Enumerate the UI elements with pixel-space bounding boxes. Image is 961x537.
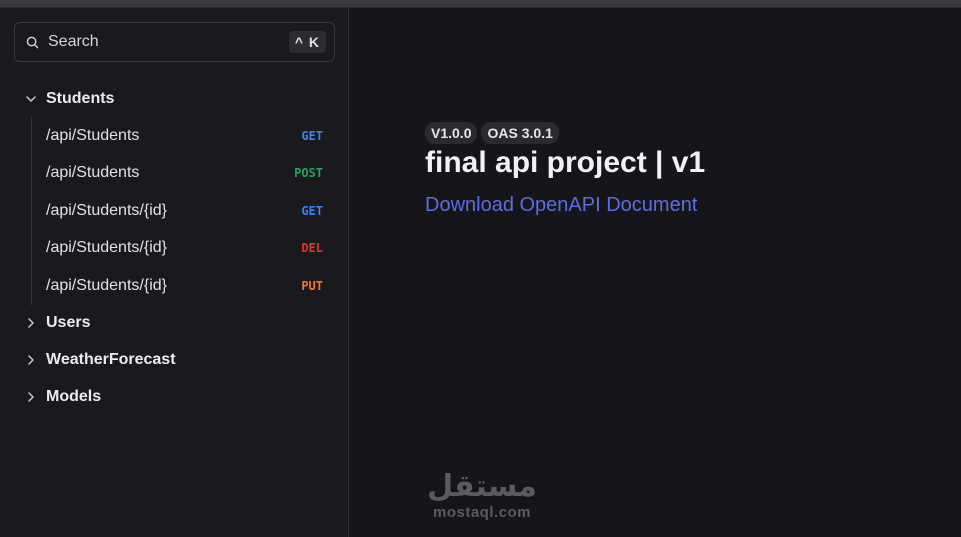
window-top-bar [0, 0, 961, 8]
group-label: WeatherForecast [46, 351, 176, 368]
chevron-right-icon [24, 390, 38, 404]
endpoint-delete-student[interactable]: /api/Students/{id} DEL [32, 230, 349, 268]
group-users[interactable]: Users [0, 305, 349, 342]
method-badge: GET [301, 203, 323, 218]
sidebar: Search ^ K Students /api/Students GET /a… [0, 8, 349, 537]
group-label: Students [46, 89, 115, 107]
endpoint-put-student[interactable]: /api/Students/{id} PUT [32, 267, 349, 305]
group-label: Users [46, 314, 91, 331]
search-label: Search [48, 33, 99, 50]
search-shortcut-badge: ^ K [288, 31, 326, 53]
search-button[interactable]: Search ^ K [14, 22, 335, 62]
chevron-right-icon [24, 316, 38, 330]
group-label: Models [46, 388, 102, 405]
version-badge: V1.0.0 [425, 122, 478, 144]
endpoint-path: /api/Students/{id} [46, 201, 167, 219]
chevron-down-icon [24, 92, 38, 106]
endpoint-path: /api/Students [46, 126, 140, 144]
watermark-latin: mostaql.com [432, 504, 532, 521]
students-endpoints: /api/Students GET /api/Students POST /ap… [31, 117, 349, 305]
endpoint-get-students[interactable]: /api/Students GET [32, 117, 349, 155]
method-badge: DEL [301, 241, 323, 256]
endpoint-post-students[interactable]: /api/Students POST [32, 155, 349, 193]
group-weatherforecast[interactable]: WeatherForecast [0, 342, 349, 379]
version-badges: V1.0.0 OAS 3.0.1 [425, 122, 559, 144]
watermark-arabic: مستقل [427, 469, 537, 504]
page-title: final api project | v1 [425, 146, 706, 179]
main-content: V1.0.0 OAS 3.0.1 final api project | v1 … [350, 8, 961, 537]
download-openapi-link[interactable]: Download OpenAPI Document [425, 194, 697, 217]
endpoint-path: /api/Students/{id} [46, 239, 167, 257]
method-badge: GET [301, 128, 323, 143]
method-badge: PUT [301, 278, 323, 293]
watermark-logo: مستقل mostaql.com [422, 469, 542, 522]
endpoint-tree: Students /api/Students GET /api/Students… [0, 80, 349, 416]
chevron-right-icon [24, 353, 38, 367]
endpoint-get-student-by-id[interactable]: /api/Students/{id} GET [32, 192, 349, 230]
oas-badge: OAS 3.0.1 [481, 122, 559, 144]
endpoint-path: /api/Students/{id} [46, 276, 167, 294]
group-students[interactable]: Students [0, 80, 349, 117]
search-icon [26, 35, 40, 49]
group-models[interactable]: Models [0, 379, 349, 416]
endpoint-path: /api/Students [46, 164, 140, 182]
method-badge: POST [294, 166, 323, 181]
